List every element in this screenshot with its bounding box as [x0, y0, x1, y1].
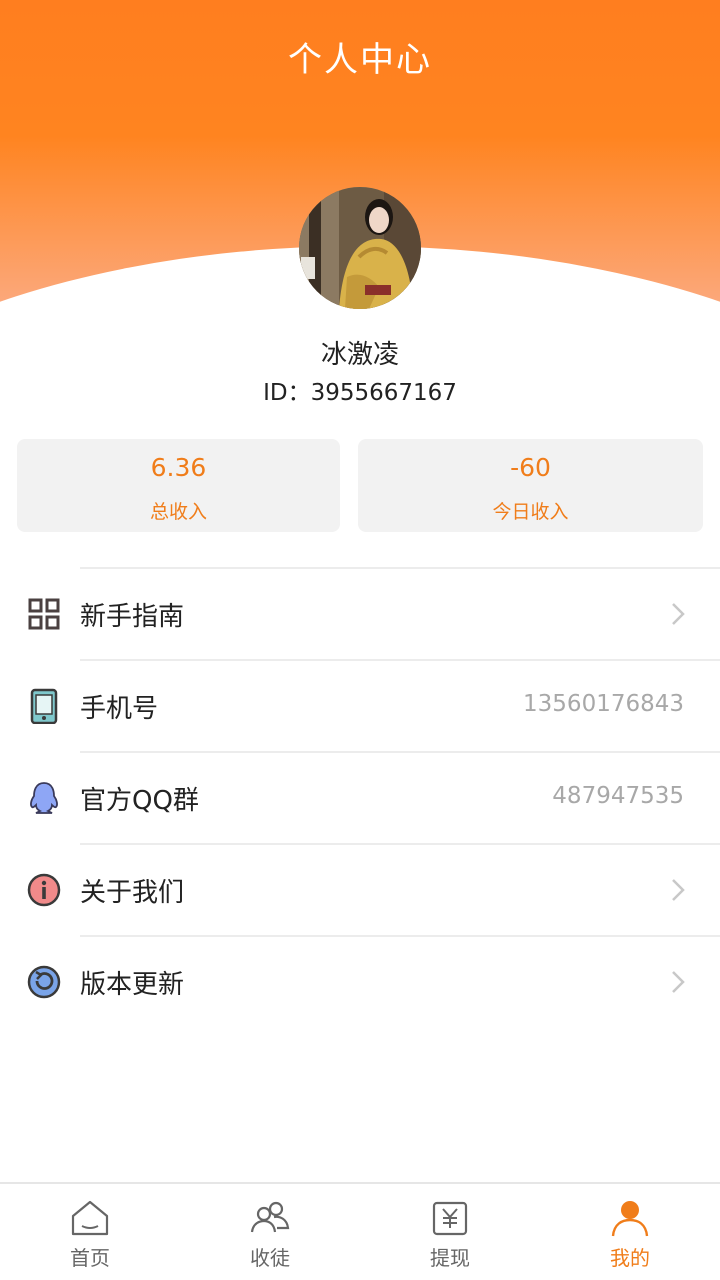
avatar[interactable] [299, 187, 421, 309]
chevron-right-icon [672, 879, 685, 901]
settings-menu: 新手指南 手机号 13560176843 官方QQ群 487947535 关于我… [0, 567, 720, 1027]
tab-label: 我的 [610, 1246, 650, 1270]
tab-home[interactable]: 首页 [0, 1184, 180, 1280]
tab-label: 首页 [70, 1246, 110, 1270]
refresh-icon [27, 965, 61, 999]
total-income-value: 6.36 [150, 453, 207, 482]
qq-icon [30, 782, 58, 814]
menu-item-label: 新手指南 [80, 602, 185, 632]
grid-icon [28, 598, 60, 630]
page-title: 个人中心 [288, 40, 432, 80]
menu-item-guide[interactable]: 新手指南 [0, 567, 720, 659]
tab-mine[interactable]: 我的 [540, 1184, 720, 1280]
info-icon [27, 873, 61, 907]
phone-icon [30, 688, 58, 724]
chevron-right-icon [672, 603, 685, 625]
menu-item-about[interactable]: 关于我们 [0, 843, 720, 935]
tab-apprentice[interactable]: 收徒 [180, 1184, 360, 1280]
menu-item-qq-group[interactable]: 官方QQ群 487947535 [0, 751, 720, 843]
chevron-right-icon [672, 971, 685, 993]
tab-label: 收徒 [250, 1246, 290, 1270]
qq-group-value: 487947535 [552, 783, 684, 809]
users-icon [250, 1201, 290, 1233]
phone-number-value: 13560176843 [523, 691, 684, 717]
user-id: ID：3955667167 [263, 380, 457, 406]
today-income-value: -60 [510, 453, 551, 482]
today-income-label: 今日收入 [492, 501, 569, 523]
today-income-card[interactable]: -60 今日收入 [358, 439, 703, 532]
menu-item-label: 版本更新 [80, 970, 185, 1000]
menu-item-label: 官方QQ群 [80, 786, 199, 816]
tab-withdraw[interactable]: 提现 [360, 1184, 540, 1280]
bottom-tabbar: 首页 收徒 提现 我的 [0, 1182, 720, 1280]
person-icon [611, 1201, 649, 1237]
tab-label: 提现 [430, 1246, 470, 1270]
avatar-photo [299, 187, 421, 309]
menu-item-update[interactable]: 版本更新 [0, 935, 720, 1027]
total-income-label: 总收入 [149, 501, 207, 523]
menu-item-label: 关于我们 [80, 878, 185, 908]
menu-item-label: 手机号 [80, 694, 159, 724]
total-income-card[interactable]: 6.36 总收入 [17, 439, 340, 532]
yuan-icon [432, 1201, 468, 1236]
username: 冰激凌 [320, 340, 399, 370]
menu-item-phone[interactable]: 手机号 13560176843 [0, 659, 720, 751]
home-icon [71, 1200, 109, 1236]
